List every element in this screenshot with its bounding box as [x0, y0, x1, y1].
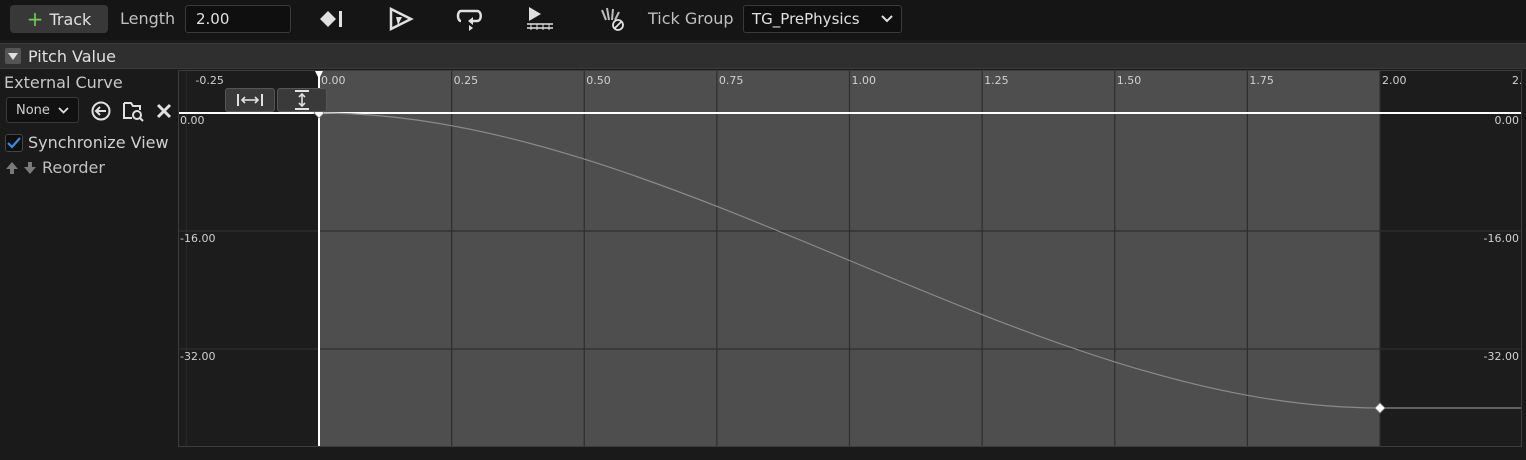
toolbar: + Track Length 2.00 Tick Group TG_PrePhy… — [0, 0, 1526, 40]
arrow-down-icon[interactable] — [23, 161, 37, 175]
external-curve-value: None — [16, 102, 50, 118]
value-label-left: -16.00 — [180, 232, 215, 245]
synchronize-view-row[interactable]: Synchronize View — [5, 133, 169, 152]
length-input[interactable]: 2.00 — [185, 5, 291, 33]
add-track-button[interactable]: + Track — [10, 5, 108, 33]
browse-curve-icon[interactable] — [122, 100, 144, 122]
value-label-right: -16.00 — [1484, 232, 1519, 245]
collapse-triangle-icon[interactable] — [5, 48, 21, 64]
zoom-to-fit-vertical-button[interactable] — [277, 88, 327, 112]
track-title: Pitch Value — [28, 47, 116, 66]
track-settings-panel: External Curve None Synchronize View Reo… — [0, 70, 175, 455]
fit-vertical-icon — [295, 90, 309, 110]
tick-group-dropdown[interactable]: TG_PrePhysics — [743, 5, 902, 33]
value-label-left: 0.00 — [180, 114, 205, 127]
value-label-right: -32.00 — [1484, 350, 1519, 363]
time-tick-label: -0.25 — [195, 74, 223, 87]
time-tick-label: 1.50 — [1117, 74, 1142, 87]
chevron-down-icon — [58, 106, 69, 114]
add-key-icon[interactable] — [316, 6, 346, 32]
replicated-icon[interactable] — [525, 6, 555, 32]
checkmark-icon — [7, 136, 21, 149]
arrow-up-icon[interactable] — [5, 161, 19, 175]
value-label-right: 0.00 — [1495, 114, 1520, 127]
fit-horizontal-icon — [237, 94, 263, 106]
zoom-to-fit-horizontal-button[interactable] — [225, 88, 275, 112]
synchronize-view-label: Synchronize View — [28, 133, 169, 152]
time-tick-label: 1.75 — [1249, 74, 1274, 87]
autoplay-icon[interactable] — [386, 6, 416, 32]
synchronize-view-checkbox[interactable] — [5, 133, 23, 152]
time-tick-label: 0.50 — [586, 74, 611, 87]
chevron-down-icon — [881, 15, 893, 23]
ignore-time-dilation-icon[interactable] — [596, 6, 626, 32]
plus-icon: + — [26, 7, 44, 31]
curve-graph-canvas[interactable]: -0.25 0.00 0.25 0.50 0.75 1.00 1.25 1.50 1.75 2.0… — [179, 71, 1522, 447]
track-header[interactable]: Pitch Value — [0, 43, 1526, 69]
tick-group-label: Tick Group — [648, 9, 734, 28]
time-tick-label: 1.25 — [984, 74, 1009, 87]
external-curve-label: External Curve — [4, 73, 123, 92]
time-tick-label: 0.00 — [321, 74, 346, 87]
time-tick-label: 0.75 — [719, 74, 744, 87]
loop-icon[interactable] — [455, 6, 485, 32]
time-tick-label: 1.00 — [852, 74, 877, 87]
curve-graph[interactable]: -0.25 0.00 0.25 0.50 0.75 1.00 1.25 1.50 1.75 2.0… — [178, 70, 1522, 447]
reorder-label: Reorder — [42, 158, 105, 177]
time-tick-label: 0.25 — [454, 74, 479, 87]
length-label: Length — [120, 9, 176, 28]
add-track-label: Track — [49, 9, 92, 29]
external-curve-dropdown[interactable]: None — [6, 97, 79, 123]
reorder-row[interactable]: Reorder — [5, 158, 105, 177]
clear-curve-icon[interactable] — [153, 100, 175, 122]
use-selected-curve-icon[interactable] — [90, 100, 112, 122]
value-label-left: -32.00 — [180, 350, 215, 363]
time-tick-label: 2. — [1512, 74, 1522, 87]
tick-group-value: TG_PrePhysics — [752, 10, 860, 28]
time-tick-label: 2.00 — [1382, 74, 1407, 87]
